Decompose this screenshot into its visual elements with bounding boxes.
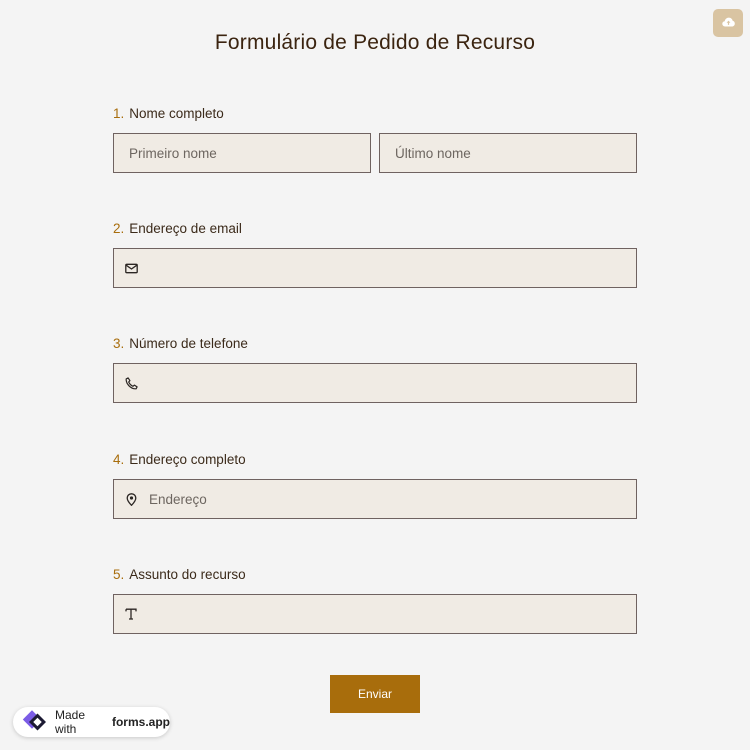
subject-input[interactable] xyxy=(113,594,637,634)
question-label: 2. Endereço de email xyxy=(113,219,637,239)
question-text: Número de telefone xyxy=(129,336,248,351)
text-icon xyxy=(124,607,138,621)
last-name-input[interactable]: Último nome xyxy=(379,133,637,173)
badge-brand: forms.app xyxy=(111,715,170,729)
submit-button[interactable]: Enviar xyxy=(330,675,420,713)
last-name-placeholder: Último nome xyxy=(395,145,471,161)
question-text: Nome completo xyxy=(129,106,224,121)
email-input[interactable] xyxy=(113,248,637,288)
mail-icon xyxy=(124,261,138,275)
address-placeholder: Endereço xyxy=(149,491,207,507)
first-name-input[interactable]: Primeiro nome xyxy=(113,133,371,173)
page-title: Formulário de Pedido de Recurso xyxy=(214,31,536,54)
question-number: 2. xyxy=(113,221,125,236)
question-phone: 3. Número de telefone xyxy=(113,334,637,403)
question-subject: 5. Assunto do recurso xyxy=(113,565,637,634)
first-name-placeholder: Primeiro nome xyxy=(129,145,217,161)
question-label: 1. Nome completo xyxy=(113,104,637,124)
question-text: Endereço de email xyxy=(129,221,242,236)
forms-app-logo-icon xyxy=(19,710,49,734)
question-text: Endereço completo xyxy=(129,452,246,467)
cloud-upload-icon xyxy=(721,14,735,32)
question-number: 5. xyxy=(113,567,125,582)
name-fields-row: Primeiro nome Último nome xyxy=(113,133,637,173)
badge-prefix: Made with xyxy=(55,708,86,736)
phone-icon xyxy=(124,376,138,390)
question-full-name: 1. Nome completo Primeiro nome Último nom… xyxy=(113,104,637,173)
question-label: 5. Assunto do recurso xyxy=(113,565,637,585)
address-input[interactable]: Endereço xyxy=(113,479,637,519)
question-label: 3. Número de telefone xyxy=(113,334,637,354)
question-number: 1. xyxy=(113,106,125,121)
question-email: 2. Endereço de email xyxy=(113,219,637,288)
made-with-badge[interactable]: Made with forms.app xyxy=(13,707,170,737)
question-number: 4. xyxy=(113,452,125,467)
map-pin-icon xyxy=(124,492,138,506)
question-text: Assunto do recurso xyxy=(129,567,246,582)
question-label: 4. Endereço completo xyxy=(113,450,637,470)
question-address: 4. Endereço completo Endereço xyxy=(113,450,637,519)
question-number: 3. xyxy=(113,336,125,351)
phone-input[interactable] xyxy=(113,363,637,403)
